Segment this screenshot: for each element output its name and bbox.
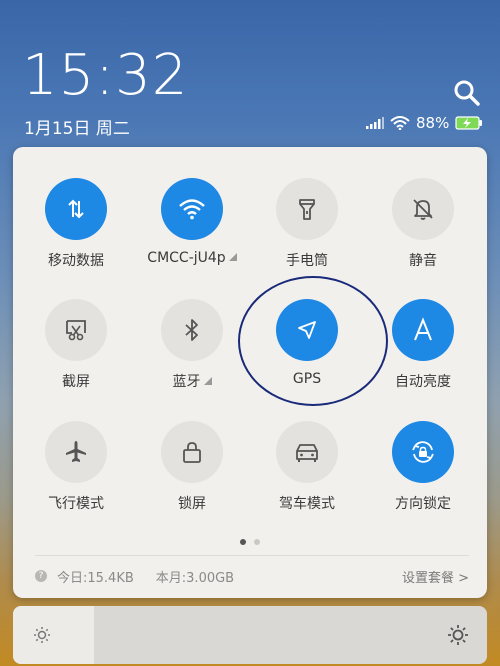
airplane-icon	[66, 441, 86, 462]
signal-icon	[366, 117, 384, 129]
tile-label: CMCC-jU4p	[136, 250, 248, 266]
tile-label: GPS	[292, 371, 322, 387]
expand-corner-icon	[228, 253, 237, 261]
brightness-slider[interactable]	[13, 606, 487, 664]
tile-airplane-mode[interactable]: 飞行模式	[20, 421, 132, 531]
search-button[interactable]	[452, 78, 482, 108]
tile-label: 方向锁定	[395, 496, 451, 512]
battery-charging-icon	[455, 116, 483, 130]
tile-driving-mode[interactable]: 驾车模式	[251, 421, 363, 531]
lock-icon	[183, 442, 201, 463]
wifi-icon	[179, 199, 205, 220]
tile-label: 手电筒	[286, 253, 328, 269]
page-indicator	[13, 539, 487, 545]
flashlight-icon	[299, 199, 315, 220]
tile-silent[interactable]: 静音	[367, 178, 479, 288]
tile-lock-screen[interactable]: 锁屏	[136, 421, 248, 531]
tile-rotation-lock[interactable]: 方向锁定	[367, 421, 479, 531]
month-usage: 本月:3.00GB	[155, 570, 235, 586]
tile-label: 锁屏	[178, 496, 206, 512]
status-icons: 88%	[366, 114, 483, 132]
expand-corner-icon	[203, 377, 212, 385]
battery-percent: 88%	[416, 114, 450, 132]
tile-label: 飞行模式	[48, 496, 104, 512]
tile-wifi[interactable]: CMCC-jU4p	[136, 178, 248, 288]
auto-brightness-icon	[414, 317, 432, 341]
brightness-low-icon	[34, 627, 50, 643]
tile-screenshot[interactable]: 截屏	[20, 299, 132, 409]
tile-label: 蓝牙	[136, 371, 248, 391]
info-icon: ?	[35, 570, 47, 582]
bluetooth-icon	[185, 319, 198, 341]
clock-date: 1月15日 周二	[24, 119, 130, 139]
tile-bluetooth[interactable]: 蓝牙	[136, 299, 248, 409]
brightness-slider-fill	[13, 606, 94, 664]
clock-time: 15:32	[22, 43, 189, 108]
tile-flashlight[interactable]: 手电筒	[251, 178, 363, 288]
tile-label: 驾车模式	[279, 496, 335, 512]
data-usage-bar: ? 今日:15.4KB 本月:3.00GB 设置套餐 >	[35, 555, 469, 596]
search-icon	[454, 80, 480, 106]
car-icon	[296, 444, 318, 462]
tile-label: 静音	[409, 253, 437, 269]
tile-label: 移动数据	[48, 253, 104, 269]
tile-mobile-data[interactable]: 移动数据	[20, 178, 132, 288]
brightness-high-icon	[448, 625, 468, 645]
tile-gps[interactable]: GPS	[251, 299, 363, 409]
status-area: 15:32 1月15日 周二 88%	[0, 0, 500, 145]
tile-label: 自动亮度	[395, 374, 451, 390]
rotation-lock-icon	[412, 441, 434, 463]
plan-settings-link[interactable]: 设置套餐 >	[402, 567, 469, 586]
wifi-status-icon	[390, 116, 410, 130]
page-dot	[254, 539, 260, 545]
page-dot-active	[240, 539, 246, 545]
navigation-arrow-icon	[298, 321, 316, 339]
tile-label: 截屏	[62, 374, 90, 390]
tile-auto-brightness[interactable]: 自动亮度	[367, 299, 479, 409]
bell-mute-icon	[413, 199, 433, 220]
data-arrows-icon	[68, 199, 84, 219]
screenshot-icon	[66, 320, 86, 341]
today-usage: 今日:15.4KB	[57, 570, 134, 586]
quick-settings-panel: 移动数据 CMCC-jU4p 手电筒 静音 截屏 蓝牙 GPS 自动亮度 飞行模…	[13, 147, 487, 598]
